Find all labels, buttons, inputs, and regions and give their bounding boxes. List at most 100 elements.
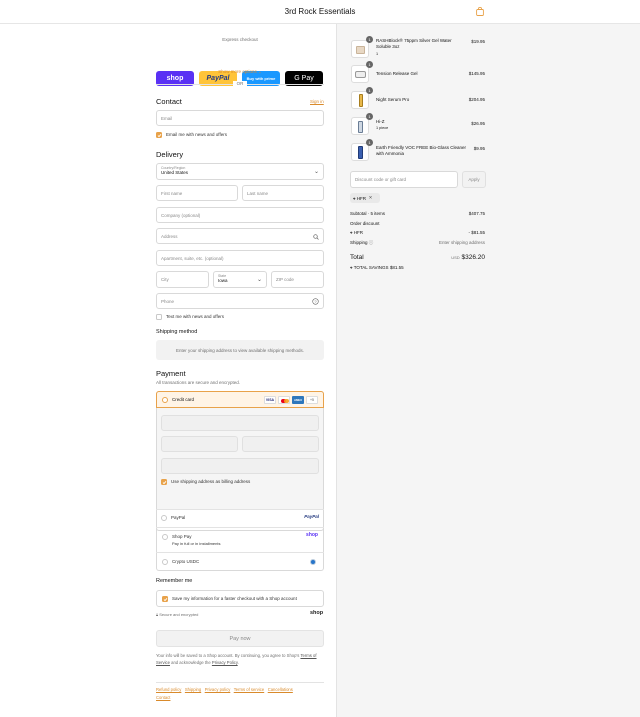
shop-pay-subtitle: Pay in full or in installments xyxy=(172,541,221,546)
chevron-down-icon: ⌄ xyxy=(313,169,319,175)
name-on-card-field[interactable] xyxy=(161,458,319,474)
product-price: $145.95 xyxy=(468,71,485,76)
paypal-logo: PayPal xyxy=(304,514,319,519)
checkmark-icon xyxy=(163,597,167,601)
apartment-field[interactable]: Apartment, suite, etc. (optional) xyxy=(156,250,324,266)
payment-subtitle: All transactions are secure and encrypte… xyxy=(156,380,241,385)
crypto-radio[interactable] xyxy=(162,559,168,565)
save-info-checkbox[interactable] xyxy=(162,596,168,602)
credit-card-option[interactable]: Credit card VISA AMEX +5 xyxy=(156,391,324,408)
product-image xyxy=(351,40,369,58)
discount-code-field[interactable]: Discount code or gift card xyxy=(350,171,458,188)
credit-card-radio[interactable] xyxy=(162,397,168,403)
apply-label: Apply xyxy=(468,177,480,182)
discount-placeholder: Discount code or gift card xyxy=(355,177,407,182)
email-news-label: Email me with news and offers xyxy=(166,132,227,137)
apply-button[interactable]: Apply xyxy=(462,171,486,188)
first-name-placeholder: First name xyxy=(161,190,183,196)
crypto-option[interactable]: Crypto USDC xyxy=(156,553,324,571)
secure-note: 🔒︎ Secure and encrypted xyxy=(156,612,198,617)
sign-in-link[interactable]: Sign in xyxy=(310,99,324,104)
expiration-field[interactable] xyxy=(161,436,238,452)
card-number-field[interactable] xyxy=(161,415,319,431)
total-row: USD $326.20 xyxy=(425,254,485,261)
paypal-radio[interactable] xyxy=(161,515,167,521)
text-news-label: Text me with news and offers xyxy=(166,314,224,319)
paypal-option[interactable]: PayPal PayPal xyxy=(156,510,324,527)
remember-me-box: Save my information for a faster checkou… xyxy=(156,590,324,607)
country-select[interactable]: Country/Region United States ⌄ xyxy=(156,163,324,180)
payment-heading: Payment xyxy=(156,369,186,378)
savings-label: TOTAL SAVINGS xyxy=(353,265,389,270)
paypal-label: PayPal xyxy=(171,515,186,520)
first-name-field[interactable]: First name xyxy=(156,185,238,201)
security-code-field[interactable] xyxy=(242,436,319,452)
city-field[interactable]: City xyxy=(156,271,209,288)
legal-mid: and acknowledge the xyxy=(171,659,211,665)
zip-field[interactable]: ZIP code xyxy=(271,271,324,288)
terms-of-service-link[interactable]: Terms of service xyxy=(234,687,264,692)
product-name: Tension Release Gel xyxy=(376,71,418,76)
refund-policy-link[interactable]: Refund policy xyxy=(156,687,181,692)
lock-icon: 🔒︎ xyxy=(156,612,159,617)
shop-pay-radio[interactable] xyxy=(162,534,168,540)
info-icon[interactable]: ⓘ xyxy=(369,240,374,245)
cancellations-link[interactable]: Cancellations xyxy=(268,687,293,692)
shipping-link[interactable]: Shipping xyxy=(185,687,201,692)
address-placeholder: Address xyxy=(161,233,178,239)
currency-code: USD xyxy=(451,255,460,260)
delivery-heading: Delivery xyxy=(156,150,184,159)
email-placeholder: Email xyxy=(161,115,173,121)
text-news-checkbox[interactable] xyxy=(156,314,162,320)
visa-icon: VISA xyxy=(264,396,276,404)
zip-placeholder: ZIP code xyxy=(276,277,294,282)
header: 3rd Rock Essentials xyxy=(0,0,640,24)
product-variant: 1 xyxy=(376,52,379,56)
discount-tag: ⌖ HFR ✕ xyxy=(350,193,380,203)
total-savings: ⌖ TOTAL SAVINGS $81.55 xyxy=(350,265,404,270)
pay-now-button[interactable]: Pay now xyxy=(156,630,324,647)
tag-icon: ⌖ xyxy=(350,230,353,235)
shop-logo: shop xyxy=(310,610,324,616)
order-summary: 1 RASHBlock® 75ppm Silver Gel Water Solu… xyxy=(336,24,640,717)
contact-link[interactable]: Contact xyxy=(156,695,170,700)
billing-same-checkbox[interactable] xyxy=(161,479,167,485)
shipping-method-placeholder: Enter your shipping address to view avai… xyxy=(156,340,324,360)
product-name: Night Serum Pro xyxy=(376,97,410,102)
secure-text: Secure and encrypted xyxy=(159,612,199,617)
credit-card-label: Credit card xyxy=(172,397,195,402)
product-variant: 1 piece xyxy=(376,126,389,130)
remove-discount-icon[interactable]: ✕ xyxy=(369,195,373,201)
shopping-bag-icon[interactable] xyxy=(476,7,484,16)
quantity-badge: 1 xyxy=(366,139,373,146)
email-news-checkbox[interactable] xyxy=(156,132,162,138)
company-field[interactable]: Company (optional) xyxy=(156,207,324,223)
address-field[interactable]: Address xyxy=(156,228,324,244)
billing-same-label: Use shipping address as billing address xyxy=(171,479,251,484)
gpay-label: G Pay xyxy=(294,75,314,82)
email-field[interactable]: Email xyxy=(156,110,324,126)
phone-field[interactable]: Phone ? xyxy=(156,293,324,309)
crypto-label: Crypto USDC xyxy=(172,559,200,564)
shop-pay-label: Shop Pay xyxy=(172,534,192,539)
show-more-options[interactable]: Show more options ⌄ xyxy=(156,69,324,75)
shop-logo: shop xyxy=(306,532,318,538)
country-value: United States xyxy=(161,170,189,175)
store-title[interactable]: 3rd Rock Essentials xyxy=(0,7,640,16)
show-more-label: Show more options xyxy=(218,69,257,74)
quantity-badge: 1 xyxy=(366,87,373,94)
subtotal-label: Subtotal · 5 items xyxy=(350,211,386,216)
shop-pay-option[interactable]: Shop Pay Pay in full or in installments … xyxy=(156,528,324,552)
help-icon[interactable]: ? xyxy=(312,298,319,305)
last-name-field[interactable]: Last name xyxy=(242,185,324,201)
shipping-row: Shipping ⓘ xyxy=(350,240,373,246)
shipping-value: Enter shipping address xyxy=(438,240,485,245)
checkout-form: Express checkout shop PayPal Buy with pr… xyxy=(0,24,336,717)
quantity-badge: 1 xyxy=(366,113,373,120)
search-icon xyxy=(313,234,319,240)
privacy-policy-link[interactable]: Privacy policy xyxy=(205,687,231,692)
savings-value: $81.55 xyxy=(389,265,404,270)
state-select[interactable]: State Iowa ⌄ xyxy=(213,271,267,288)
privacy-link[interactable]: Privacy Policy xyxy=(212,660,238,665)
city-placeholder: City xyxy=(161,277,169,282)
